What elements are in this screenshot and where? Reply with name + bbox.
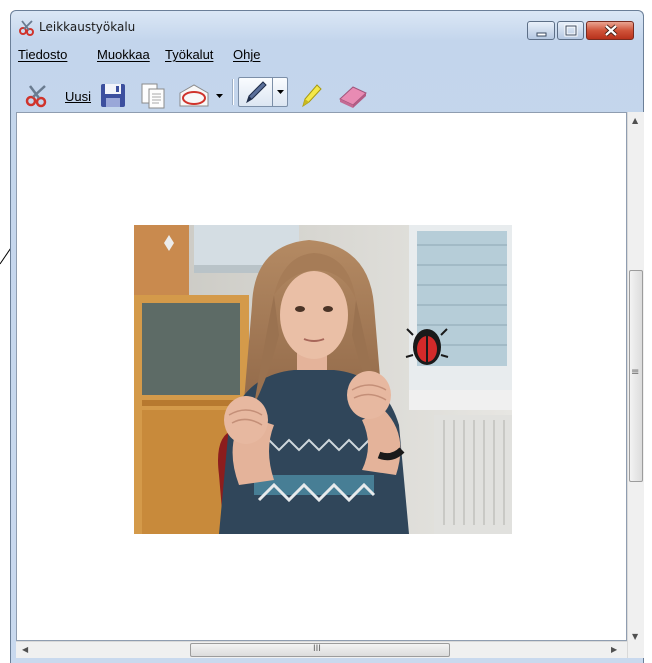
- scroll-down-arrow-icon[interactable]: ▼: [632, 632, 638, 641]
- scroll-grip-icon: ≡: [631, 367, 640, 378]
- horizontal-scrollbar[interactable]: ◀ III ▶: [16, 641, 627, 658]
- menu-muokkaa[interactable]: Muokkaa: [97, 47, 150, 62]
- pen-icon: [246, 81, 267, 104]
- scroll-right-arrow-icon[interactable]: ▶: [611, 645, 617, 654]
- eraser-button[interactable]: [337, 81, 369, 109]
- captured-photo: [134, 225, 512, 534]
- send-snip-button[interactable]: [177, 81, 227, 109]
- copy-icon: [141, 83, 165, 109]
- save-snip-button[interactable]: [99, 81, 129, 109]
- maximize-button[interactable]: [557, 21, 584, 40]
- title-bar[interactable]: Leikkaustyökalu: [11, 11, 643, 41]
- minimize-icon: [536, 32, 547, 37]
- close-icon: [604, 24, 618, 37]
- new-snip-label: Uusi: [65, 89, 92, 104]
- save-icon: [101, 84, 125, 107]
- chevron-down-icon[interactable]: [215, 81, 225, 109]
- menu-bar: Tiedosto Muokkaa Työkalut Ohje: [15, 44, 639, 64]
- scroll-up-arrow-icon[interactable]: ▲: [632, 116, 638, 125]
- highlighter-icon: [302, 84, 322, 108]
- toolbar-separator: [232, 79, 234, 105]
- minimize-button[interactable]: [527, 21, 555, 40]
- snipping-tool-window: Leikkaustyökalu Tiedosto Muokkaa Työkalu…: [10, 10, 644, 663]
- menu-tiedosto[interactable]: Tiedosto: [18, 47, 67, 62]
- copy-button[interactable]: [139, 81, 167, 109]
- menu-ohje[interactable]: Ohje: [233, 47, 260, 62]
- scroll-grip-icon: III: [313, 644, 321, 654]
- toolbar: Uusi: [15, 67, 639, 111]
- split-divider: [272, 77, 273, 107]
- snip-canvas[interactable]: [16, 112, 627, 641]
- vertical-scrollbar[interactable]: ▲ ≡ ▼: [627, 112, 644, 658]
- scissors-app-icon: [19, 20, 34, 36]
- send-snip-icon: [179, 84, 209, 107]
- scroll-left-arrow-icon[interactable]: ◀: [22, 645, 28, 654]
- menu-tyokalut[interactable]: Työkalut: [165, 47, 213, 62]
- scissors-icon: [25, 85, 47, 108]
- eraser-icon: [339, 86, 367, 108]
- pen-button[interactable]: [238, 77, 288, 107]
- vertical-scroll-thumb[interactable]: ≡: [629, 270, 643, 482]
- horizontal-scroll-thumb[interactable]: III: [190, 643, 450, 657]
- close-button[interactable]: [586, 21, 634, 40]
- maximize-icon: [564, 24, 578, 37]
- window-title: Leikkaustyökalu: [39, 20, 136, 34]
- chevron-down-icon[interactable]: [273, 78, 289, 106]
- highlighter-button[interactable]: [299, 81, 323, 109]
